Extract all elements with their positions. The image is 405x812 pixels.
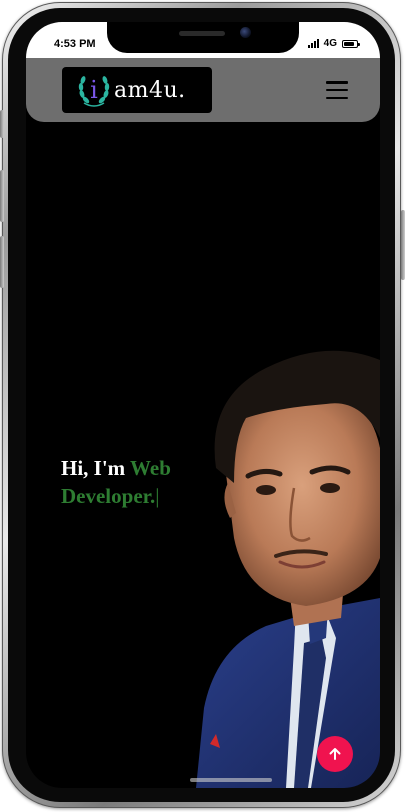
laurel-wreath-icon: i <box>74 70 114 110</box>
hero-greeting: Hi, I'm <box>61 456 126 480</box>
logo-text: am4u. <box>114 77 186 103</box>
arrow-up-icon <box>329 748 341 760</box>
home-indicator <box>190 778 272 782</box>
network-label: 4G <box>323 38 337 49</box>
volume-up-button <box>0 170 4 222</box>
speaker-grille <box>179 31 225 36</box>
mute-switch <box>0 110 4 138</box>
phone-screen: 4:53 PM 4G i am4u. Hi, I'm Web Developer… <box>26 22 380 788</box>
status-time: 4:53 PM <box>54 38 96 50</box>
front-camera <box>240 27 251 38</box>
volume-down-button <box>0 236 4 288</box>
site-navbar: i am4u. <box>26 58 380 122</box>
profile-photo <box>196 350 380 788</box>
hero-heading: Hi, I'm Web Developer.| <box>61 454 221 510</box>
typing-cursor: | <box>155 484 160 508</box>
notch <box>107 22 299 53</box>
power-button <box>401 210 405 280</box>
battery-icon <box>342 39 360 48</box>
logo-letter: i <box>90 76 98 104</box>
scroll-to-top-button[interactable] <box>317 736 353 772</box>
signal-icon <box>307 39 319 48</box>
hamburger-menu-icon[interactable] <box>326 79 348 101</box>
status-indicators: 4G <box>307 38 360 49</box>
site-logo[interactable]: i am4u. <box>62 67 212 113</box>
battery-fill <box>344 41 355 46</box>
